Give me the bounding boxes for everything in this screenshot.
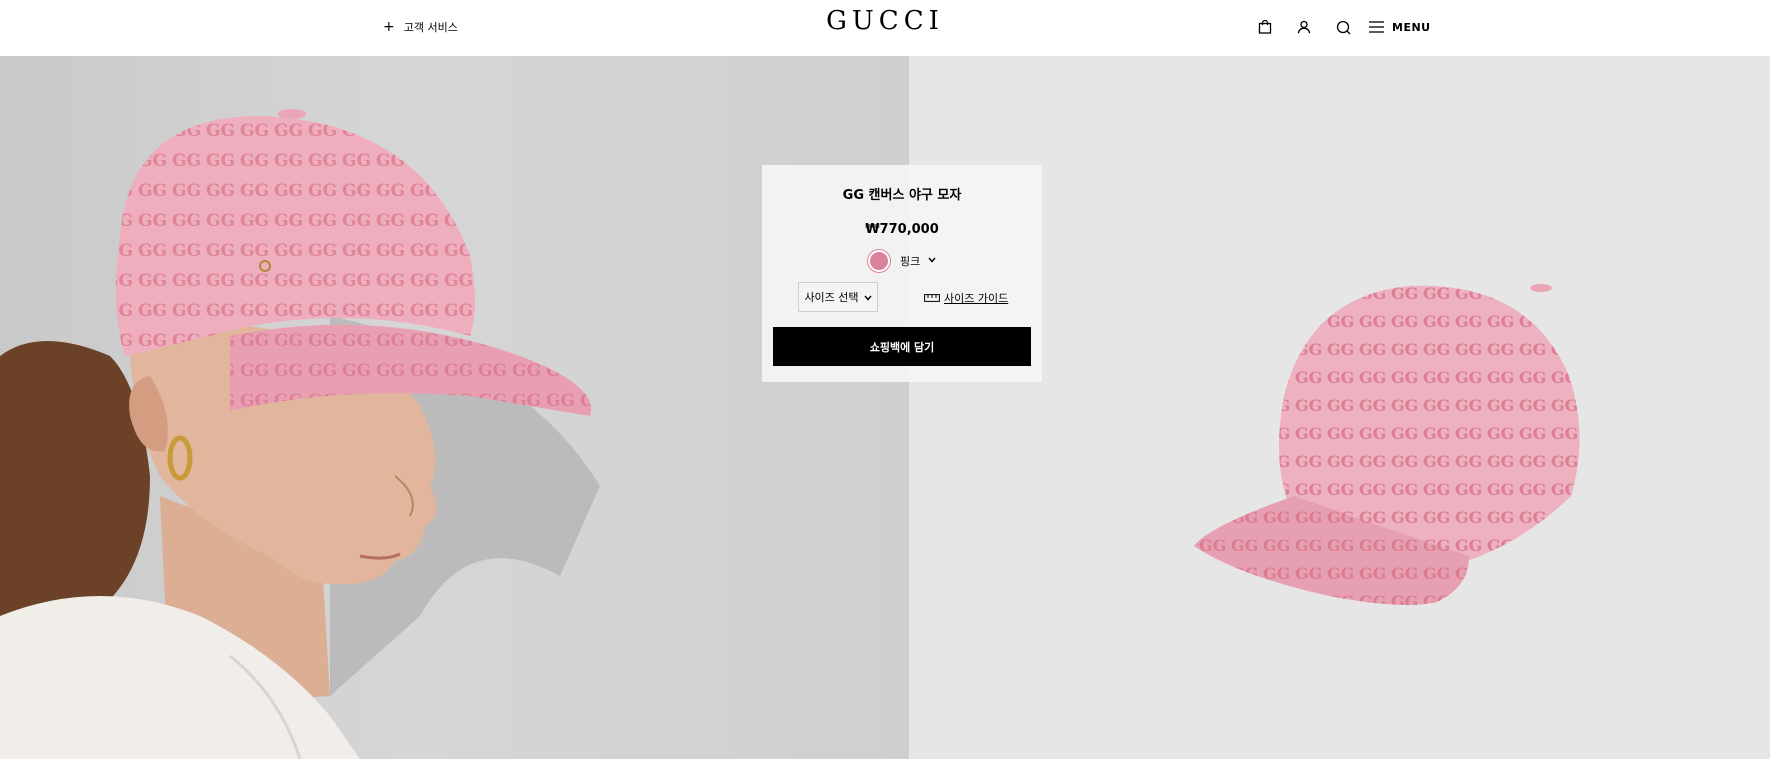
menu-button[interactable]: MENU xyxy=(1369,21,1431,34)
customer-service-label: 고객 서비스 xyxy=(403,21,458,34)
logo-wrap: GUCCI xyxy=(0,6,1770,36)
shopping-bag-icon[interactable] xyxy=(1252,14,1278,40)
size-guide-label: 사이즈 가이드 xyxy=(944,292,1009,305)
size-guide-link[interactable]: 사이즈 가이드 xyxy=(924,290,1008,306)
hamburger-icon xyxy=(1369,21,1384,33)
chevron-down-icon xyxy=(864,291,872,304)
plus-icon: + xyxy=(383,19,395,35)
product-image-panel[interactable]: GG xyxy=(909,56,1770,759)
model-wearing-cap-image: GG GG xyxy=(0,109,600,759)
header-actions: MENU xyxy=(1252,14,1431,40)
color-selector[interactable]: 핑크 xyxy=(868,250,936,272)
search-icon[interactable] xyxy=(1330,14,1356,40)
gucci-logo[interactable]: GUCCI xyxy=(826,6,944,36)
ruler-icon xyxy=(924,292,940,305)
product-info-card: GG 캔버스 야구 모자 ₩770,000 핑크 사이즈 선택 사이즈 가이드 … xyxy=(762,165,1042,382)
site-header: + 고객 서비스 GUCCI MENU xyxy=(0,0,1770,56)
account-icon[interactable] xyxy=(1291,14,1317,40)
product-title: GG 캔버스 야구 모자 xyxy=(842,188,962,203)
model-image-panel[interactable]: GG GG xyxy=(0,56,909,759)
product-price: ₩770,000 xyxy=(865,222,939,237)
color-name: 핑크 xyxy=(900,255,921,268)
add-to-bag-button[interactable]: 쇼핑백에 담기 xyxy=(773,327,1031,366)
customer-service-link[interactable]: + 고객 서비스 xyxy=(383,17,458,37)
color-swatch xyxy=(868,250,890,272)
cap-product-image: GG xyxy=(1194,284,1580,605)
menu-label: MENU xyxy=(1392,20,1431,34)
size-select-label: 사이즈 선택 xyxy=(804,291,859,304)
size-select-dropdown[interactable]: 사이즈 선택 xyxy=(798,282,878,312)
chevron-down-icon xyxy=(928,256,936,266)
